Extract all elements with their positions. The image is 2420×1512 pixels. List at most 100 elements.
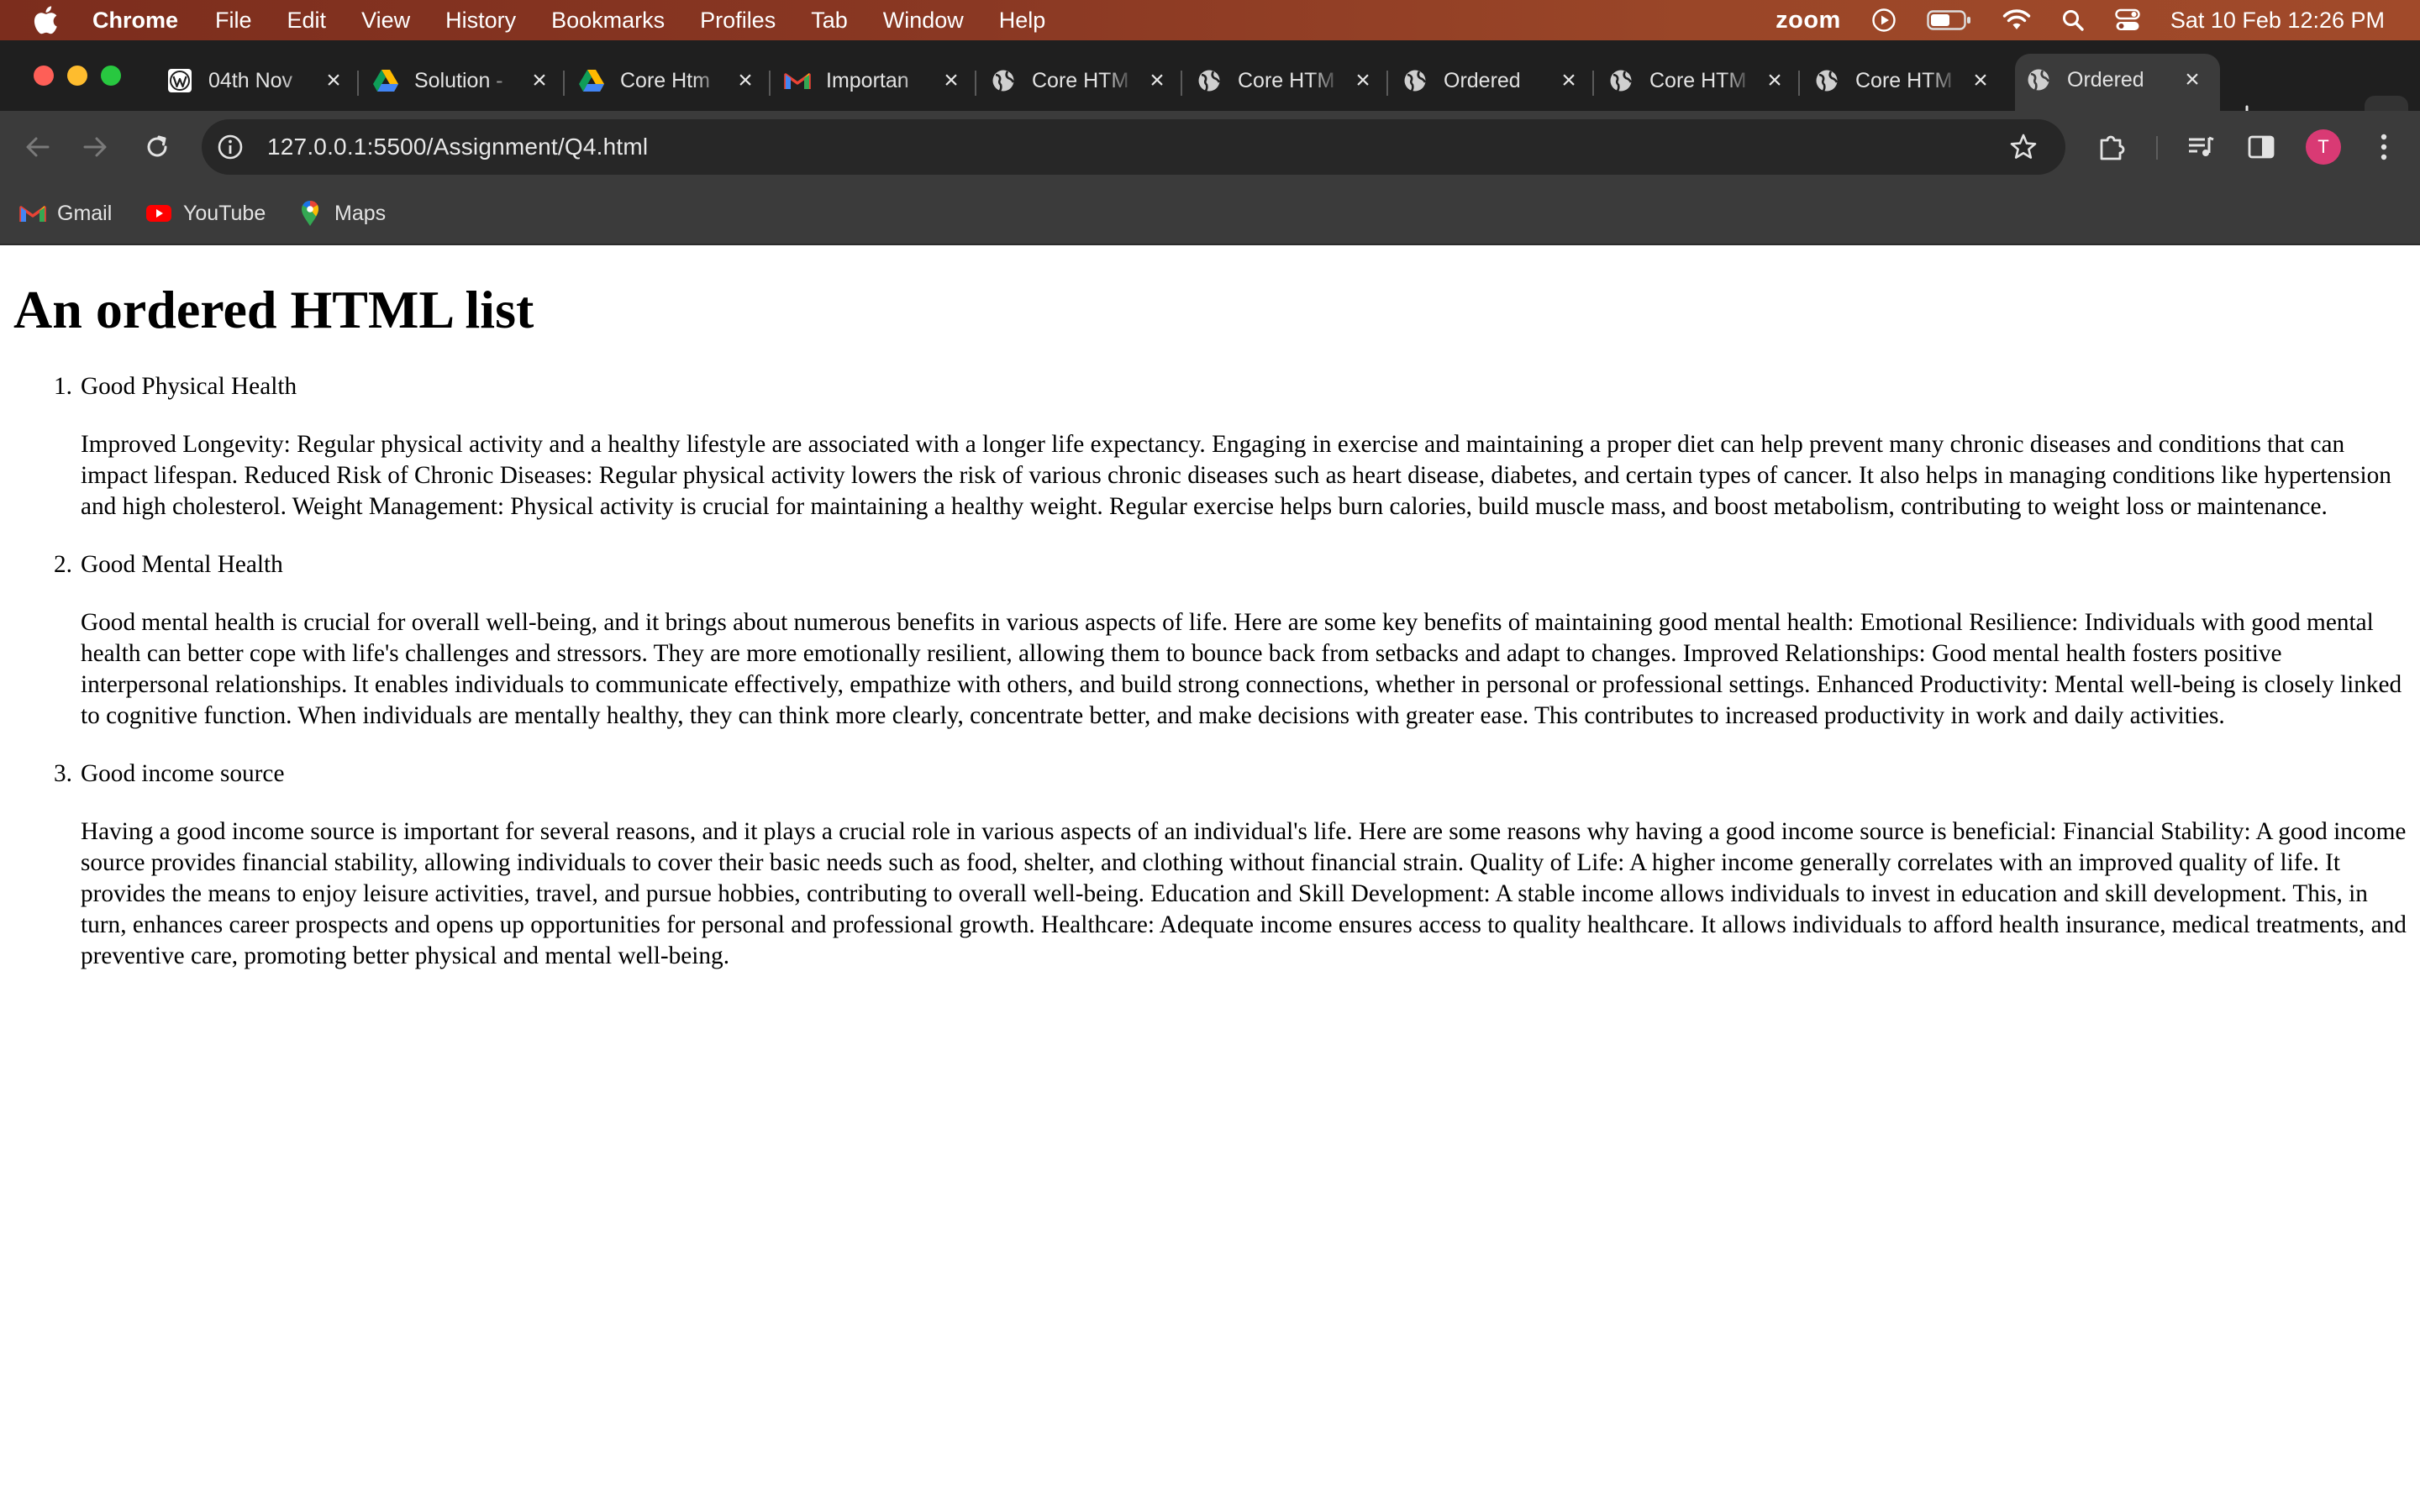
active-browser-tab[interactable]: Ordered × bbox=[2015, 54, 2220, 111]
close-tab-icon[interactable]: × bbox=[321, 66, 346, 94]
tab-title: Core HTM bbox=[1032, 68, 1129, 92]
toolbar-separator bbox=[2156, 136, 2158, 160]
globe-icon bbox=[990, 67, 1017, 94]
fullscreen-window-button[interactable] bbox=[101, 66, 121, 86]
play-icon[interactable] bbox=[1871, 8, 1897, 33]
tab-title: Ordered bbox=[2067, 67, 2144, 92]
apple-icon[interactable] bbox=[32, 5, 59, 35]
menu-bookmarks[interactable]: Bookmarks bbox=[551, 8, 665, 34]
browser-tab[interactable]: Importan × bbox=[774, 55, 979, 106]
profile-avatar[interactable]: T bbox=[2306, 129, 2341, 165]
more-menu-icon[interactable] bbox=[2366, 129, 2402, 165]
tab-separator bbox=[563, 71, 565, 96]
list-item-title: Good income source bbox=[81, 760, 285, 787]
tab-separator bbox=[1592, 71, 1594, 96]
forward-arrow-icon bbox=[83, 137, 107, 157]
back-button[interactable] bbox=[20, 129, 55, 165]
list-item-number: 3. bbox=[54, 760, 72, 787]
tab-separator bbox=[357, 71, 359, 96]
list-item-number: 1. bbox=[54, 373, 72, 400]
page-heading: An ordered HTML list bbox=[13, 280, 534, 339]
menu-bar: Chrome File Edit View History Bookmarks … bbox=[0, 0, 2420, 40]
browser-tab[interactable]: Core HTM × bbox=[1597, 55, 1802, 106]
menu-tab[interactable]: Tab bbox=[811, 8, 848, 34]
back-arrow-icon bbox=[26, 137, 50, 157]
site-info-icon[interactable] bbox=[212, 129, 249, 165]
list-item: 3. Good income source Having a good inco… bbox=[54, 759, 2408, 972]
url-text[interactable]: 127.0.0.1:5500/Assignment/Q4.html bbox=[267, 134, 2007, 160]
youtube-icon bbox=[145, 201, 173, 226]
browser-toolbar: 127.0.0.1:5500/Assignment/Q4.html T bbox=[0, 111, 2420, 183]
control-center-icon[interactable] bbox=[2115, 8, 2140, 32]
browser-tab[interactable]: Core HTM × bbox=[1803, 55, 2008, 106]
bookmark-label: Maps bbox=[334, 201, 387, 225]
close-tab-icon[interactable]: × bbox=[1556, 66, 1581, 94]
menu-profiles[interactable]: Profiles bbox=[700, 8, 776, 34]
side-panel-icon[interactable] bbox=[2244, 129, 2279, 165]
close-tab-icon[interactable]: × bbox=[1144, 66, 1170, 94]
tab-title: 04th Nov bbox=[208, 68, 293, 92]
minimize-window-button[interactable] bbox=[67, 66, 87, 86]
menu-help[interactable]: Help bbox=[999, 8, 1046, 34]
browser-tab[interactable]: Ordered × bbox=[1392, 55, 1597, 106]
close-tab-icon[interactable]: × bbox=[1350, 66, 1376, 94]
browser-tab[interactable]: Core Htm × bbox=[568, 55, 773, 106]
menu-window[interactable]: Window bbox=[883, 8, 964, 34]
globe-icon bbox=[2025, 66, 2052, 93]
tab-title: Ordered bbox=[1444, 68, 1521, 92]
google-drive-icon bbox=[578, 67, 605, 94]
menu-edit[interactable]: Edit bbox=[287, 8, 327, 34]
menu-file[interactable]: File bbox=[215, 8, 252, 34]
list-item-paragraph: Improved Longevity: Regular physical act… bbox=[81, 431, 2391, 520]
globe-icon bbox=[1402, 67, 1428, 94]
battery-icon[interactable] bbox=[1927, 9, 1972, 31]
extensions-icon[interactable] bbox=[2094, 129, 2129, 165]
forward-button[interactable] bbox=[77, 129, 113, 165]
close-tab-icon[interactable]: × bbox=[1968, 66, 1993, 94]
bookmark-youtube[interactable]: YouTube bbox=[145, 197, 266, 230]
browser-tab[interactable]: Solution - × bbox=[362, 55, 567, 106]
reload-button[interactable] bbox=[139, 129, 175, 165]
bookmarks-bar: Gmail YouTube Maps bbox=[0, 183, 2420, 245]
close-tab-icon[interactable]: × bbox=[2180, 66, 2205, 93]
list-item: 2. Good Mental Health Good mental health… bbox=[54, 549, 2408, 732]
media-controls-icon[interactable] bbox=[2183, 129, 2218, 165]
gmail-icon bbox=[784, 67, 811, 94]
ordered-list: 1. Good Physical Health Improved Longevi… bbox=[54, 371, 2408, 999]
wifi-icon[interactable] bbox=[2002, 9, 2031, 31]
tab-title: Importan bbox=[826, 68, 909, 92]
tab-separator bbox=[1798, 71, 1800, 96]
bookmark-label: Gmail bbox=[57, 201, 113, 225]
browser-tab[interactable]: Core HTM × bbox=[1186, 55, 1391, 106]
menubar-status-area: zoom Sat 10 Feb 12:26 PM bbox=[1776, 0, 2420, 40]
spotlight-search-icon[interactable] bbox=[2061, 8, 2085, 32]
close-tab-icon[interactable]: × bbox=[733, 66, 758, 94]
tab-separator bbox=[1386, 71, 1388, 96]
globe-icon bbox=[1813, 67, 1840, 94]
bookmark-maps[interactable]: Maps bbox=[296, 197, 386, 230]
bookmark-gmail[interactable]: Gmail bbox=[18, 197, 112, 230]
bookmark-star-icon[interactable] bbox=[2007, 130, 2040, 164]
address-bar[interactable]: 127.0.0.1:5500/Assignment/Q4.html bbox=[202, 119, 2065, 175]
list-item-number: 2. bbox=[54, 551, 72, 578]
close-tab-icon[interactable]: × bbox=[527, 66, 552, 94]
tab-separator bbox=[769, 71, 771, 96]
bookmark-label: YouTube bbox=[183, 201, 266, 225]
window-controls bbox=[34, 66, 134, 86]
list-item-title: Good Mental Health bbox=[81, 551, 283, 578]
browser-tab[interactable]: 04th Nov × bbox=[156, 55, 361, 106]
list-item-paragraph: Having a good income source is important… bbox=[81, 818, 2407, 969]
menu-history[interactable]: History bbox=[445, 8, 516, 34]
tab-separator bbox=[975, 71, 976, 96]
close-window-button[interactable] bbox=[34, 66, 54, 86]
globe-icon bbox=[1196, 67, 1223, 94]
tab-separator bbox=[1181, 71, 1182, 96]
close-tab-icon[interactable]: × bbox=[939, 66, 964, 94]
close-tab-icon[interactable]: × bbox=[1762, 66, 1787, 94]
tab-title: Core HTM bbox=[1855, 68, 1953, 92]
menu-view[interactable]: View bbox=[361, 8, 410, 34]
menu-app-name[interactable]: Chrome bbox=[92, 8, 178, 34]
menubar-clock[interactable]: Sat 10 Feb 12:26 PM bbox=[2170, 8, 2385, 34]
zoom-status-item[interactable]: zoom bbox=[1776, 7, 1841, 34]
browser-tab[interactable]: Core HTM × bbox=[980, 55, 1185, 106]
